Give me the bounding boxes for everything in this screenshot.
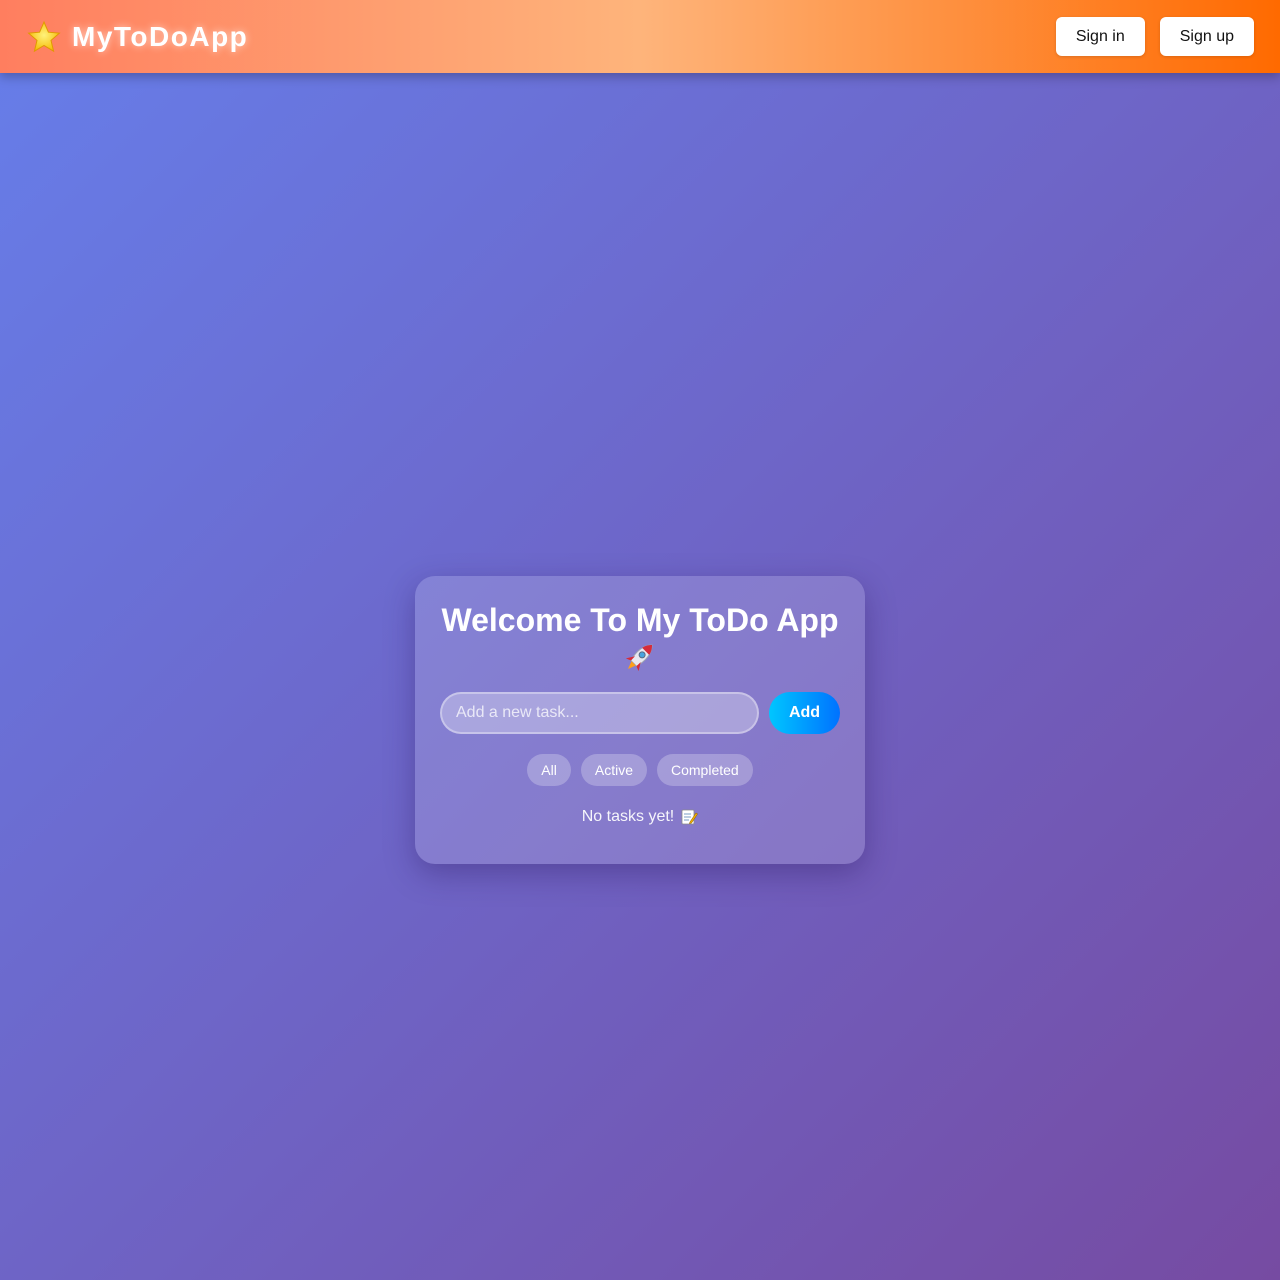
top-navbar: MyToDoApp Sign in Sign up <box>0 0 1280 73</box>
task-input[interactable] <box>440 692 759 734</box>
page-title: Welcome To My ToDo App <box>440 602 840 676</box>
add-button[interactable]: Add <box>769 692 840 734</box>
filter-all-button[interactable]: All <box>527 754 571 786</box>
empty-state: No tasks yet! <box>440 808 840 826</box>
brand-name: MyToDoApp <box>72 20 249 52</box>
auth-actions: Sign in Sign up <box>1055 17 1254 56</box>
todo-card: Welcome To My ToDo App Add All Active Co… <box>415 576 865 864</box>
add-task-row: Add <box>440 692 840 734</box>
brand[interactable]: MyToDoApp <box>26 19 248 55</box>
sign-in-button[interactable]: Sign in <box>1055 17 1145 56</box>
filter-completed-button[interactable]: Completed <box>656 754 753 786</box>
star-icon <box>26 19 62 55</box>
memo-icon <box>680 808 699 826</box>
sign-up-button[interactable]: Sign up <box>1159 17 1254 56</box>
rocket-icon <box>620 638 660 676</box>
filter-active-button[interactable]: Active <box>580 754 647 786</box>
filter-group: All Active Completed <box>440 754 840 786</box>
empty-message: No tasks yet! <box>581 808 675 825</box>
title-text: Welcome To My ToDo App <box>441 602 839 638</box>
